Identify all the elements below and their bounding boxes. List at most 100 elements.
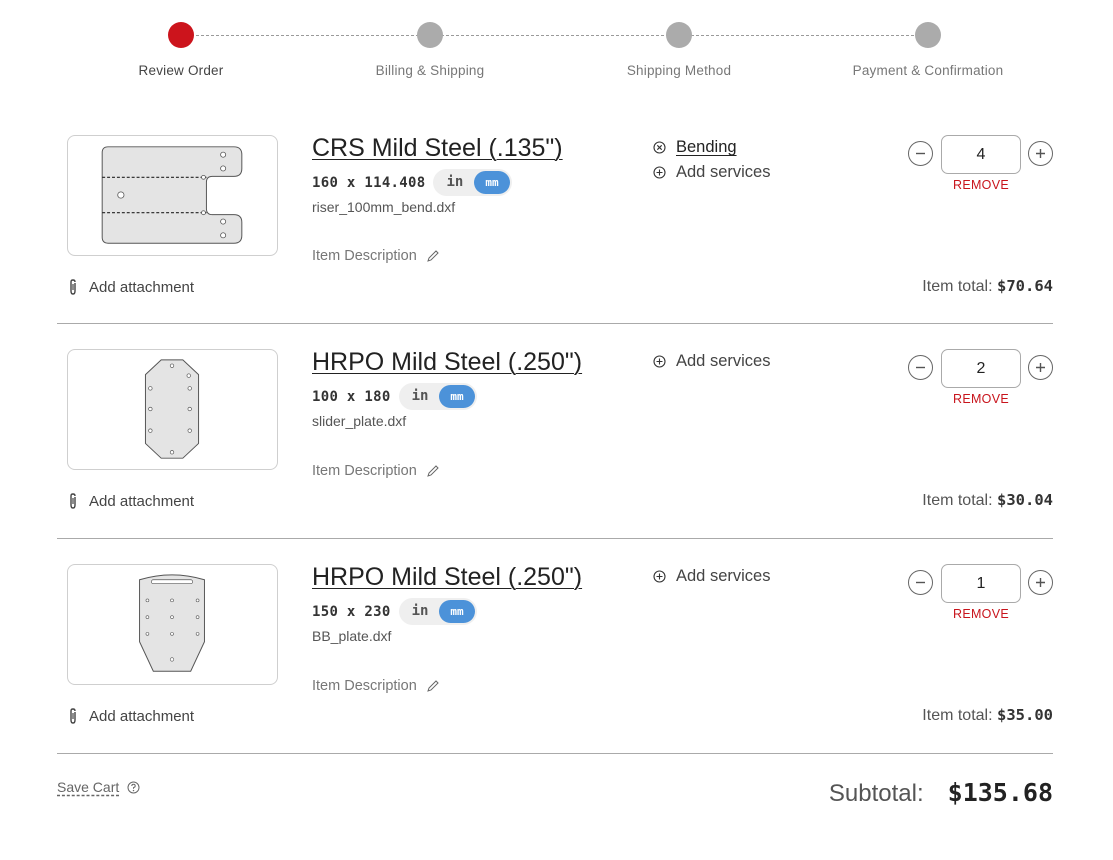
x-circle-icon[interactable] bbox=[653, 141, 666, 154]
item-material-title[interactable]: HRPO Mild Steel (.250") bbox=[312, 563, 582, 592]
step-label: Shipping Method bbox=[626, 63, 732, 78]
paperclip-icon bbox=[70, 493, 76, 509]
add-services-button[interactable]: Add services bbox=[653, 349, 770, 374]
part-thumbnail[interactable] bbox=[67, 135, 278, 256]
quantity-input[interactable]: 2 bbox=[941, 349, 1021, 388]
add-attachment-button[interactable]: Add attachment bbox=[67, 492, 194, 510]
step-label: Review Order bbox=[138, 63, 224, 78]
plus-icon bbox=[1036, 578, 1045, 587]
decrement-quantity-button[interactable] bbox=[908, 355, 933, 380]
quantity-input[interactable]: 4 bbox=[941, 135, 1021, 174]
item-total: Item total: $30.04 bbox=[922, 491, 1053, 510]
item-divider bbox=[57, 753, 1053, 754]
item-services: Add services bbox=[653, 564, 770, 589]
question-circle-icon[interactable] bbox=[127, 781, 140, 794]
step-dot bbox=[417, 22, 443, 48]
item-services: Bending Add services bbox=[653, 135, 770, 185]
step-label: Billing & Shipping bbox=[375, 63, 485, 78]
add-attachment-button[interactable]: Add attachment bbox=[67, 278, 194, 296]
dimensions-text: 150 x 230 bbox=[312, 603, 391, 620]
item-description-label: Item Description bbox=[312, 678, 417, 694]
cart-item: Add attachment HRPO Mild Steel (.250") 1… bbox=[57, 348, 1053, 549]
unit-mm-option[interactable]: mm bbox=[474, 171, 510, 194]
remove-item-button[interactable]: REMOVE bbox=[941, 392, 1021, 406]
item-material-title[interactable]: HRPO Mild Steel (.250") bbox=[312, 348, 582, 377]
add-services-label: Add services bbox=[676, 163, 771, 181]
paperclip-icon bbox=[70, 708, 76, 724]
item-description-edit[interactable]: Item Description bbox=[312, 678, 440, 694]
item-divider bbox=[57, 323, 1053, 324]
save-cart-link[interactable]: Save Cart bbox=[57, 779, 119, 795]
subtotal-label: Subtotal: bbox=[828, 780, 924, 807]
increment-quantity-button[interactable] bbox=[1028, 570, 1053, 595]
item-total-label: Item total: bbox=[922, 492, 993, 509]
item-dimensions: 160 x 114.408 in mm bbox=[312, 169, 512, 196]
service-bending[interactable]: Bending bbox=[653, 135, 770, 160]
item-description-label: Item Description bbox=[312, 248, 417, 264]
pencil-icon bbox=[426, 465, 439, 477]
item-material-title[interactable]: CRS Mild Steel (.135") bbox=[312, 134, 563, 163]
cart-item: Add attachment HRPO Mild Steel (.250") 1… bbox=[57, 563, 1053, 764]
item-total-value: $30.04 bbox=[997, 491, 1053, 509]
slider-plate-drawing bbox=[144, 359, 200, 459]
add-services-label: Add services bbox=[676, 567, 771, 585]
unit-in-option[interactable]: in bbox=[401, 385, 440, 408]
unit-in-option[interactable]: in bbox=[401, 600, 440, 623]
save-cart: Save Cart bbox=[57, 779, 140, 795]
step-label: Payment & Confirmation bbox=[852, 63, 1004, 78]
checkout-stepper: Review Order Billing & Shipping Shipping… bbox=[56, 22, 1056, 82]
item-total-label: Item total: bbox=[922, 707, 993, 724]
bb-plate-drawing bbox=[139, 574, 205, 672]
riser-part-drawing bbox=[101, 146, 243, 244]
add-attachment-label: Add attachment bbox=[89, 278, 195, 296]
add-services-button[interactable]: Add services bbox=[653, 160, 770, 185]
pencil-icon bbox=[426, 250, 439, 262]
subtotal-value: $135.68 bbox=[947, 778, 1053, 807]
unit-toggle[interactable]: in mm bbox=[433, 169, 512, 196]
item-filename: slider_plate.dxf bbox=[312, 413, 407, 429]
add-attachment-button[interactable]: Add attachment bbox=[67, 707, 194, 725]
add-services-button[interactable]: Add services bbox=[653, 564, 770, 589]
unit-toggle[interactable]: in mm bbox=[398, 383, 477, 410]
part-thumbnail[interactable] bbox=[67, 349, 278, 470]
plus-icon bbox=[1036, 363, 1045, 372]
unit-in-option[interactable]: in bbox=[435, 171, 474, 194]
quantity-input[interactable]: 1 bbox=[941, 564, 1021, 603]
step-dot-active bbox=[168, 22, 194, 48]
add-attachment-label: Add attachment bbox=[89, 707, 195, 725]
unit-toggle[interactable]: in mm bbox=[398, 598, 477, 625]
increment-quantity-button[interactable] bbox=[1028, 141, 1053, 166]
item-services: Add services bbox=[653, 349, 770, 374]
item-total-label: Item total: bbox=[922, 278, 993, 295]
part-thumbnail[interactable] bbox=[67, 564, 278, 685]
item-total: Item total: $35.00 bbox=[922, 706, 1053, 725]
unit-mm-option[interactable]: mm bbox=[439, 600, 475, 623]
increment-quantity-button[interactable] bbox=[1028, 355, 1053, 380]
item-dimensions: 150 x 230 in mm bbox=[312, 598, 477, 625]
add-services-label: Add services bbox=[676, 352, 771, 370]
minus-icon bbox=[916, 581, 925, 584]
item-total: Item total: $70.64 bbox=[922, 277, 1053, 296]
remove-item-button[interactable]: REMOVE bbox=[941, 607, 1021, 621]
item-description-edit[interactable]: Item Description bbox=[312, 248, 440, 264]
item-description-edit[interactable]: Item Description bbox=[312, 463, 440, 479]
remove-item-button[interactable]: REMOVE bbox=[941, 178, 1021, 192]
minus-icon bbox=[916, 366, 925, 369]
step-shipping-method[interactable]: Shipping Method bbox=[554, 22, 804, 78]
plus-circle-icon bbox=[653, 166, 666, 179]
plus-circle-icon bbox=[653, 355, 666, 368]
minus-icon bbox=[916, 152, 925, 155]
step-billing-shipping[interactable]: Billing & Shipping bbox=[305, 22, 555, 78]
item-divider bbox=[57, 538, 1053, 539]
step-review-order[interactable]: Review Order bbox=[56, 22, 306, 78]
item-filename: BB_plate.dxf bbox=[312, 628, 392, 644]
step-dot bbox=[666, 22, 692, 48]
decrement-quantity-button[interactable] bbox=[908, 141, 933, 166]
unit-mm-option[interactable]: mm bbox=[439, 385, 475, 408]
step-payment-confirmation[interactable]: Payment & Confirmation bbox=[803, 22, 1053, 78]
paperclip-icon bbox=[70, 279, 76, 295]
cart-subtotal: Subtotal: $135.68 bbox=[829, 778, 1053, 808]
service-name[interactable]: Bending bbox=[676, 138, 737, 157]
item-dimensions: 100 x 180 in mm bbox=[312, 383, 477, 410]
decrement-quantity-button[interactable] bbox=[908, 570, 933, 595]
